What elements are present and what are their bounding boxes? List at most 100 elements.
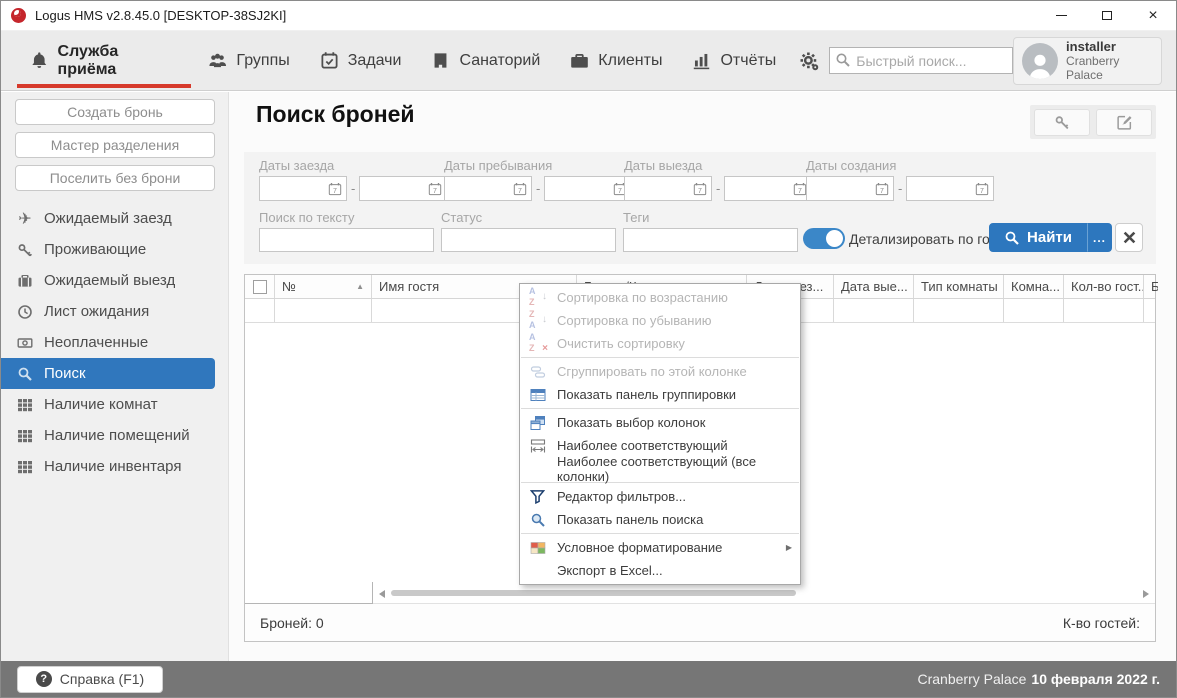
scrollbar-thumb[interactable] — [391, 590, 796, 596]
creation-date-from-input[interactable]: 7 — [806, 176, 894, 201]
tab-label: Санаторий — [459, 52, 540, 70]
sidebar-item-waiting-list[interactable]: Лист ожидания — [1, 296, 228, 327]
calendar-icon: 7 — [693, 182, 707, 196]
column-header-guest-count[interactable]: Кол-во гост... — [1064, 275, 1144, 298]
no-icon — [529, 460, 546, 477]
sidebar-item-expected-departure[interactable]: Ожидаемый выезд — [1, 265, 228, 296]
sidebar-item-label: Поиск — [44, 365, 86, 382]
close-button[interactable]: × — [1130, 1, 1176, 30]
menu-item-best-fit-all-columns[interactable]: Наиболее соответствующий (все колонки) — [520, 457, 800, 480]
guests-count: К-во гостей: — [1063, 615, 1140, 631]
find-more-button[interactable]: ... — [1087, 223, 1112, 252]
calendar-icon: 7 — [513, 182, 527, 196]
menu-item-show-group-panel[interactable]: Показать панель группировки — [520, 383, 800, 406]
question-icon: ? — [36, 671, 52, 687]
menu-item-conditional-formatting[interactable]: Условное форматирование ▶ — [520, 536, 800, 559]
statusbar-hotel: Cranberry Palace — [917, 671, 1026, 687]
svg-text:7: 7 — [518, 188, 522, 195]
column-header-balance[interactable]: Ба — [1144, 275, 1158, 298]
menu-item-column-chooser[interactable]: Показать выбор колонок — [520, 411, 800, 434]
tab-groups[interactable]: Группы — [193, 31, 304, 91]
settings-button[interactable] — [799, 51, 819, 71]
status-input[interactable] — [441, 228, 616, 252]
key-icon — [1054, 114, 1071, 131]
tags-input[interactable] — [623, 228, 798, 252]
stay-date-to-input[interactable]: 7 — [544, 176, 632, 201]
column-header-room[interactable]: Комна... — [1004, 275, 1064, 298]
sidebar-item-inventory-availability[interactable]: Наличие инвентаря — [1, 451, 228, 482]
column-header-number[interactable]: №▲ — [275, 275, 372, 298]
departure-date-to-input[interactable]: 7 — [724, 176, 812, 201]
sidebar-item-search[interactable]: Поиск — [1, 358, 215, 389]
grid-icon — [16, 396, 34, 414]
sort-asc-icon: AZ↓ — [529, 289, 546, 306]
arrival-date-to-input[interactable]: 7 — [359, 176, 447, 201]
create-booking-button[interactable]: Создать бронь — [15, 99, 215, 125]
edit-tool-button[interactable] — [1096, 109, 1152, 136]
clear-filters-button[interactable] — [1115, 223, 1143, 252]
filter-arrival-dates: Даты заезда 7 - 7 — [259, 158, 447, 201]
sidebar-item-unpaid[interactable]: Неоплаченные — [1, 327, 228, 358]
menu-item-label: Показать панель поиска — [557, 512, 703, 527]
select-all-checkbox[interactable] — [253, 280, 267, 294]
user-card[interactable]: installer Cranberry Palace — [1013, 37, 1162, 85]
menu-item-label: Показать выбор колонок — [557, 415, 705, 430]
text-search-input[interactable] — [259, 228, 434, 252]
column-header-room-type[interactable]: Тип комнаты — [914, 275, 1004, 298]
filter-label: Поиск по тексту — [259, 210, 434, 225]
user-icon — [1025, 51, 1055, 79]
avatar — [1022, 43, 1058, 79]
sidebar-item-label: Лист ожидания — [44, 303, 149, 320]
key-tool-button[interactable] — [1034, 109, 1090, 136]
content-toolbar — [1030, 105, 1156, 139]
sidebar-item-space-availability[interactable]: Наличие помещений — [1, 420, 228, 451]
sidebar-item-room-availability[interactable]: Наличие комнат — [1, 389, 228, 420]
tab-tasks[interactable]: Задачи — [305, 31, 417, 91]
arrival-date-from-input[interactable]: 7 — [259, 176, 347, 201]
tab-front-office[interactable]: Служба приёма — [15, 31, 193, 91]
select-all-cell — [245, 275, 275, 298]
filter-stay-dates: Даты пребывания 7 - 7 — [444, 158, 632, 201]
stay-date-from-input[interactable]: 7 — [444, 176, 532, 201]
quick-search — [829, 47, 1013, 74]
record-navigator-box[interactable] — [245, 582, 373, 604]
menu-item-label: Сгруппировать по этой колонке — [557, 364, 747, 379]
column-chooser-icon — [529, 414, 546, 431]
menu-item-label: Условное форматирование — [557, 540, 722, 555]
menu-item-show-search-panel[interactable]: Показать панель поиска — [520, 508, 800, 531]
plane-icon: ✈ — [16, 210, 34, 228]
filter-label: Даты заезда — [259, 158, 447, 173]
tab-reports[interactable]: Отчёты — [677, 31, 791, 91]
key-icon — [16, 241, 34, 259]
tab-clients[interactable]: Клиенты — [555, 31, 677, 91]
grid-footer: Броней: 0 К-во гостей: — [245, 604, 1155, 641]
minimize-button[interactable] — [1038, 1, 1084, 30]
sort-asc-arrow-icon: ▲ — [356, 282, 364, 291]
find-button[interactable]: Найти — [989, 223, 1087, 252]
quick-search-input[interactable] — [829, 47, 1013, 74]
column-label: Комна... — [1011, 279, 1060, 294]
column-label: Дата вые... — [841, 279, 908, 294]
creation-date-to-input[interactable]: 7 — [906, 176, 994, 201]
departure-date-from-input[interactable]: 7 — [624, 176, 712, 201]
sidebar-item-inhouse[interactable]: Проживающие — [1, 234, 228, 265]
filter-departure-dates: Даты выезда 7 - 7 — [624, 158, 812, 201]
page-title: Поиск броней — [256, 101, 415, 128]
split-wizard-button[interactable]: Мастер разделения — [15, 132, 215, 158]
svg-text:7: 7 — [433, 188, 437, 195]
range-separator: - — [898, 181, 902, 196]
scroll-left-icon[interactable] — [379, 590, 385, 598]
menu-item-filter-editor[interactable]: Редактор фильтров... — [520, 485, 800, 508]
detail-by-guests-toggle[interactable] — [803, 228, 845, 249]
x-icon — [1123, 231, 1136, 244]
menu-item-label: Наиболее соответствующий (все колонки) — [557, 454, 792, 484]
column-header-departure-date[interactable]: Дата вые... — [834, 275, 914, 298]
checkin-without-booking-button[interactable]: Поселить без брони — [15, 165, 215, 191]
scroll-right-icon[interactable] — [1143, 590, 1149, 598]
tab-sanatorium[interactable]: Санаторий — [416, 31, 555, 91]
sidebar-item-expected-arrival[interactable]: ✈ Ожидаемый заезд — [1, 203, 228, 234]
maximize-button[interactable] — [1084, 1, 1130, 30]
sidebar-item-label: Наличие помещений — [44, 427, 190, 444]
help-button[interactable]: ? Справка (F1) — [17, 666, 163, 693]
menu-item-export-excel[interactable]: Экспорт в Excel... — [520, 559, 800, 582]
